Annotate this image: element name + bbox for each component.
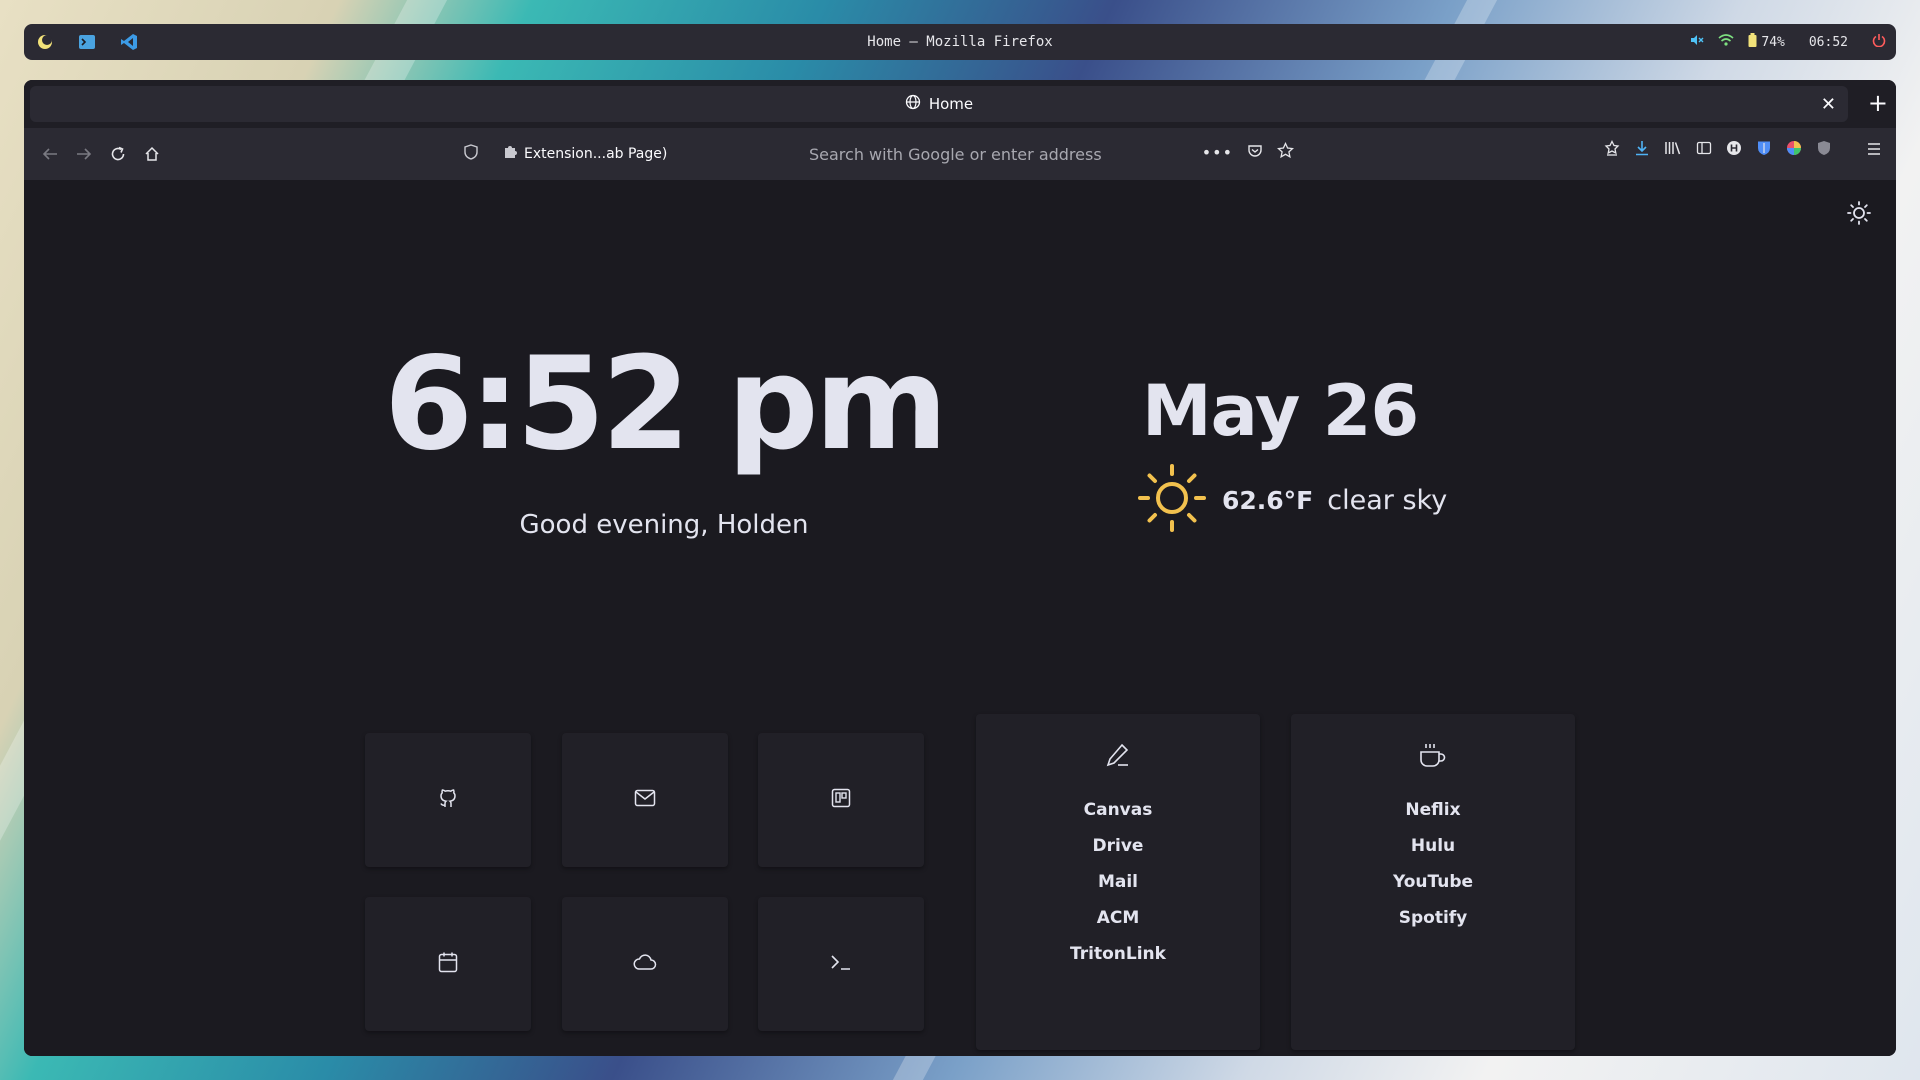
bitwarden-icon[interactable]: [1756, 140, 1772, 160]
puzzle-icon: [502, 144, 518, 164]
github-tile[interactable]: [365, 733, 531, 867]
power-icon[interactable]: [1872, 33, 1886, 51]
reading-list-icon[interactable]: [1604, 140, 1620, 160]
extension-indicator[interactable]: Extension...ab Page): [502, 144, 667, 164]
calendar-tile[interactable]: [365, 897, 531, 1031]
reload-icon[interactable]: [106, 140, 130, 168]
home-icon[interactable]: [140, 140, 164, 168]
battery-level: 74%: [1761, 34, 1785, 50]
link-acm[interactable]: ACM: [976, 900, 1260, 936]
link-youtube[interactable]: YouTube: [1291, 864, 1575, 900]
tab-title: Home: [928, 95, 974, 113]
pencil-icon: [1105, 742, 1131, 772]
pocket-icon[interactable]: [1247, 143, 1263, 163]
extension-label: Extension...ab Page): [524, 146, 668, 162]
terminal-icon: [830, 953, 852, 975]
mute-icon[interactable]: [1690, 33, 1704, 51]
terminal-tile[interactable]: [758, 897, 924, 1031]
system-clock[interactable]: 06:52: [1809, 35, 1848, 50]
date-display: May 26: [1142, 370, 1419, 452]
coffee-icon: [1418, 742, 1448, 774]
link-hulu[interactable]: Hulu: [1291, 828, 1575, 864]
link-mail[interactable]: Mail: [976, 864, 1260, 900]
cloud-icon: [633, 953, 657, 975]
entertainment-links-card: Neflix Hulu YouTube Spotify: [1291, 714, 1575, 1050]
mail-tile[interactable]: [562, 733, 728, 867]
trello-icon: [831, 788, 851, 812]
clear-sky-icon: [1136, 462, 1208, 538]
hamburger-menu-icon[interactable]: [1866, 141, 1882, 160]
weather-condition: clear sky: [1327, 484, 1448, 516]
tab-home[interactable]: Home ✕: [30, 86, 1848, 122]
calendar-icon: [438, 951, 458, 977]
weather-widget: 62.6°F clear sky: [1136, 462, 1447, 538]
page-actions-icon[interactable]: •••: [1202, 143, 1233, 162]
ublock-icon[interactable]: [1816, 140, 1832, 160]
back-icon[interactable]: [38, 140, 62, 168]
navigation-bar: Extension...ab Page) •••: [24, 128, 1896, 180]
shield-icon[interactable]: [464, 144, 478, 164]
system-bar: Home — Mozilla Firefox 74% 06:52: [24, 24, 1896, 60]
address-input[interactable]: [809, 136, 1169, 172]
forward-icon[interactable]: [72, 140, 96, 168]
close-tab-icon[interactable]: ✕: [1821, 94, 1836, 115]
sidebar-icon[interactable]: [1696, 140, 1712, 160]
library-icon[interactable]: [1664, 140, 1682, 160]
cloud-tile[interactable]: [562, 897, 728, 1031]
mail-icon: [634, 789, 656, 811]
clock-display: 6:52 pm: [384, 330, 948, 479]
link-canvas[interactable]: Canvas: [976, 792, 1260, 828]
new-tab-button[interactable]: +: [1868, 89, 1888, 117]
link-spotify[interactable]: Spotify: [1291, 900, 1575, 936]
github-icon: [437, 787, 459, 813]
school-links-card: Canvas Drive Mail ACM TritonLink: [976, 714, 1260, 1050]
link-tritonlink[interactable]: TritonLink: [976, 936, 1260, 972]
greeting-text: Good evening, Holden: [519, 510, 809, 540]
window-title: Home — Mozilla Firefox: [867, 34, 1053, 50]
sun-icon[interactable]: [1846, 200, 1872, 230]
page-content: 6:52 pm Good evening, Holden May 26 62.6…: [24, 180, 1896, 1056]
wifi-icon[interactable]: [1718, 33, 1734, 51]
color-picker-icon[interactable]: [1786, 140, 1802, 160]
globe-icon: [905, 94, 921, 114]
download-icon[interactable]: [1634, 140, 1650, 160]
trello-tile[interactable]: [758, 733, 924, 867]
link-neflix[interactable]: Neflix: [1291, 792, 1575, 828]
browser-window: Home ✕ + Extension...ab Page) Search wit…: [24, 80, 1896, 1056]
honey-extension-icon[interactable]: [1726, 140, 1742, 160]
url-bar: Extension...ab Page) •••: [464, 136, 1294, 172]
tab-strip: Home ✕ +: [24, 80, 1896, 128]
link-drive[interactable]: Drive: [976, 828, 1260, 864]
battery-icon: [1748, 33, 1757, 51]
bookmark-star-icon[interactable]: [1277, 141, 1294, 163]
temperature: 62.6°F: [1222, 485, 1314, 515]
